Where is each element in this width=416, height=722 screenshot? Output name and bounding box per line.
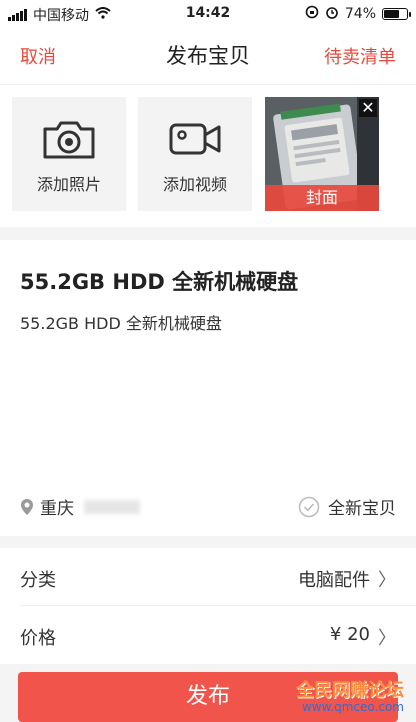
item-description[interactable]: 55.2GB HDD 全新机械硬盘 [20, 310, 222, 334]
chevron-right-icon: 〉 [378, 628, 396, 649]
cover-photo[interactable]: ✕ 封面 [265, 97, 379, 211]
price-row[interactable]: 价格 ¥ 20 〉 [0, 606, 416, 664]
add-video-button[interactable]: 添加视频 [138, 97, 252, 211]
category-label: 分类 [20, 570, 56, 591]
location-blur [84, 499, 140, 514]
add-video-label: 添加视频 [162, 175, 227, 194]
check-circle-icon [298, 496, 320, 517]
category-value: 电脑配件 [298, 570, 370, 591]
cover-label: 封面 [265, 185, 379, 211]
price-label: 价格 [20, 628, 56, 649]
location-pin-icon [21, 498, 33, 515]
camera-icon [43, 121, 95, 159]
add-photo-button[interactable]: 添加照片 [12, 97, 126, 211]
publish-button[interactable]: 发布 [18, 672, 398, 722]
status-bar: 中国移动 14:42 74% [0, 0, 416, 28]
rotation-lock-icon [305, 5, 319, 23]
alarm-icon [325, 5, 339, 23]
add-photo-label: 添加照片 [36, 175, 101, 194]
condition-toggle[interactable]: 全新宝贝 [298, 494, 396, 519]
item-title[interactable]: 55.2GB HDD 全新机械硬盘 [20, 266, 298, 296]
location-text: 重庆 [40, 499, 74, 519]
battery-icon [382, 8, 411, 20]
chevron-right-icon: 〉 [378, 570, 396, 591]
remove-cover-button[interactable]: ✕ [359, 99, 377, 117]
battery-percent: 74% [344, 6, 376, 22]
location[interactable]: 重庆 [20, 494, 140, 519]
field-list: 分类 电脑配件 〉 价格 ¥ 20 〉 [0, 548, 416, 664]
video-camera-icon [169, 123, 221, 155]
item-description-section[interactable]: 55.2GB HDD 全新机械硬盘 55.2GB HDD 全新机械硬盘 重庆 全… [0, 240, 416, 536]
nav-bar: 取消 发布宝贝 待卖清单 [0, 28, 416, 85]
category-row[interactable]: 分类 电脑配件 〉 [0, 548, 416, 606]
media-section: 添加照片 添加视频 ✕ 封面 [0, 85, 416, 227]
price-value: ¥ 20 [329, 624, 370, 645]
sale-list-button[interactable]: 待卖清单 [324, 43, 396, 69]
status-right: 74% [305, 5, 411, 23]
condition-label: 全新宝贝 [328, 499, 396, 519]
